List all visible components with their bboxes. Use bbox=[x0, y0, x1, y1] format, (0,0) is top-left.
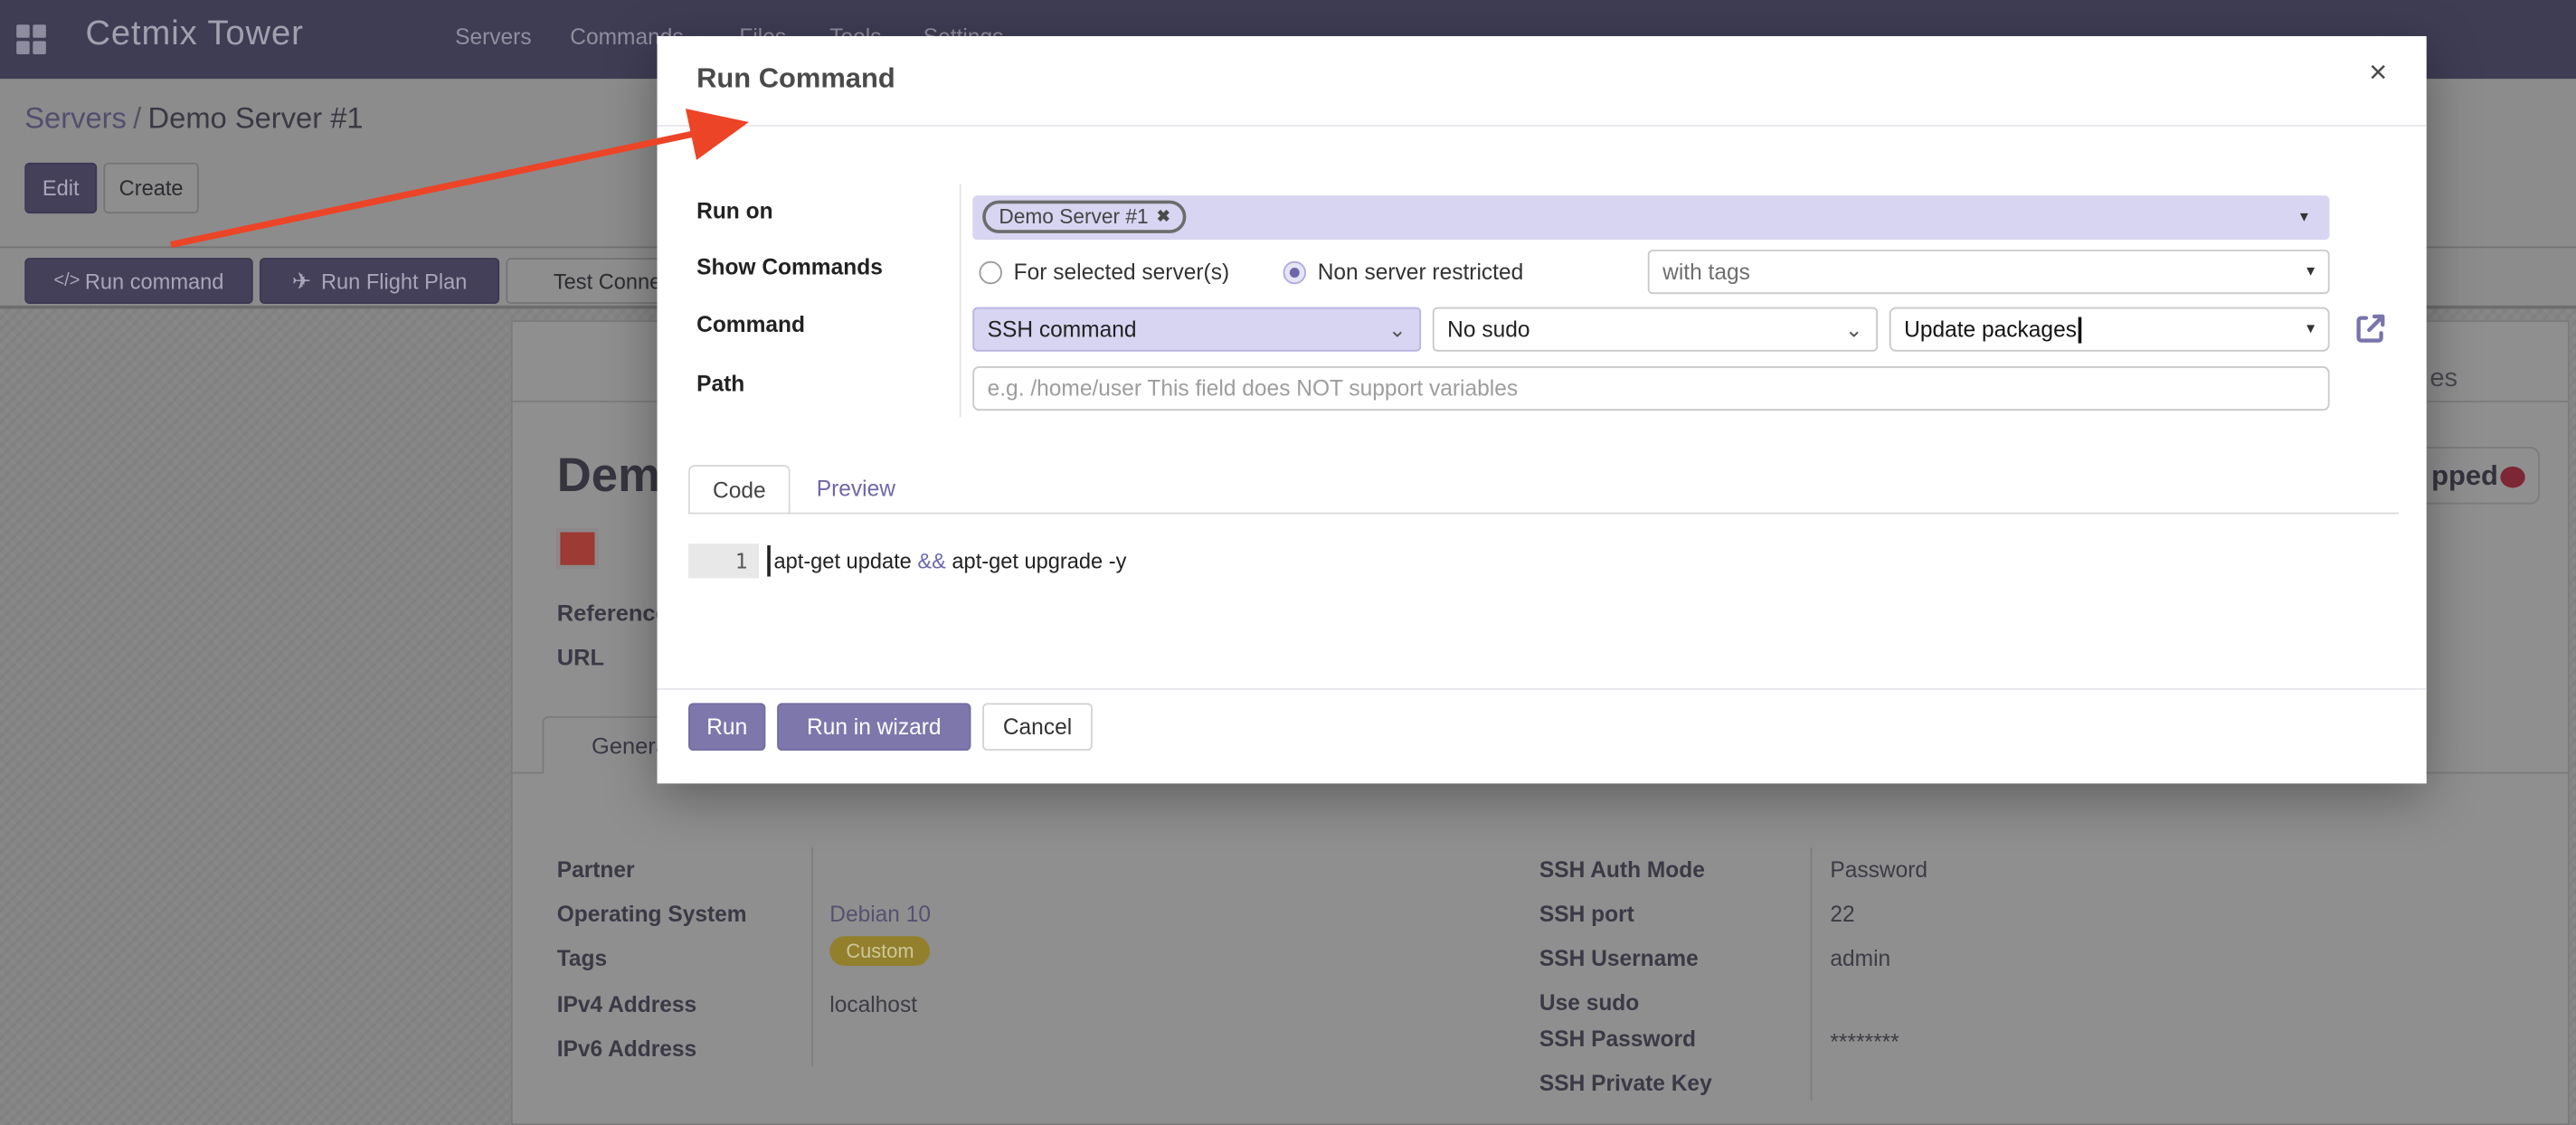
command-type-select[interactable]: SSH command ⌄ bbox=[972, 307, 1421, 352]
breadcrumb-parent-link[interactable]: Servers bbox=[24, 102, 127, 135]
field-label-ssh-username: SSH Username bbox=[1539, 946, 1699, 970]
field-value-ssh-password: ******** bbox=[1830, 1030, 1899, 1054]
modal-title: Run Command bbox=[696, 62, 895, 95]
server-tag-label: Demo Server #1 bbox=[999, 205, 1148, 228]
apps-grid-icon[interactable] bbox=[16, 24, 46, 54]
field-label-ssh-auth: SSH Auth Mode bbox=[1539, 857, 1705, 882]
create-button[interactable]: Create bbox=[103, 163, 198, 213]
sudo-select[interactable]: No sudo ⌄ bbox=[1433, 307, 1878, 352]
path-input[interactable]: e.g. /home/user This field does NOT supp… bbox=[972, 366, 2329, 411]
field-label-ssh-port: SSH port bbox=[1539, 902, 1634, 926]
field-label-ipv6: IPv6 Address bbox=[557, 1036, 696, 1061]
tab-code[interactable]: Code bbox=[688, 465, 791, 514]
screen: Cetmix Tower Servers Commands Files Tool… bbox=[0, 0, 2576, 1125]
chevron-down-icon: ⌄ bbox=[1388, 317, 1406, 343]
run-in-wizard-button[interactable]: Run in wizard bbox=[777, 703, 971, 751]
breadcrumb-separator: / bbox=[127, 102, 148, 135]
command-name-value: Update packages bbox=[1904, 317, 2077, 342]
radio-selected-servers[interactable] bbox=[980, 261, 1002, 284]
label-field-separator bbox=[960, 184, 961, 417]
external-link-icon[interactable] bbox=[2353, 310, 2389, 346]
path-label: Path bbox=[696, 371, 744, 395]
modal-footer-divider bbox=[658, 688, 2427, 690]
url-label: URL bbox=[557, 644, 604, 670]
field-label-use-sudo: Use sudo bbox=[1539, 990, 1639, 1015]
nav-item-servers[interactable]: Servers bbox=[455, 24, 531, 49]
color-swatch[interactable] bbox=[557, 529, 598, 569]
run-command-button[interactable]: </> Run command bbox=[24, 258, 252, 304]
radio-non-restricted-label[interactable]: Non server restricted bbox=[1318, 260, 1524, 284]
right-grid-separator bbox=[1811, 847, 1813, 1101]
run-on-label: Run on bbox=[696, 199, 772, 223]
command-name-input[interactable]: Update packages ▾ bbox=[1889, 307, 2330, 352]
radio-non-restricted[interactable] bbox=[1283, 261, 1306, 284]
server-tag-pill[interactable]: Demo Server #1 ✖ bbox=[982, 201, 1187, 233]
dropdown-caret-icon[interactable]: ▾ bbox=[2300, 209, 2308, 227]
run-button[interactable]: Run bbox=[688, 703, 765, 751]
editor-cursor bbox=[767, 545, 770, 577]
edit-button[interactable]: Edit bbox=[24, 163, 97, 213]
run-flight-plan-button[interactable]: ✈ Run Flight Plan bbox=[260, 258, 499, 304]
code-editor-line[interactable]: apt-get update && apt-get upgrade -y bbox=[773, 549, 1126, 575]
breadcrumb: Servers/Demo Server #1 bbox=[24, 102, 363, 137]
text-cursor bbox=[2079, 317, 2081, 343]
show-commands-label: Show Commands bbox=[696, 255, 883, 279]
dropdown-caret-icon: ▾ bbox=[2306, 320, 2315, 338]
close-icon[interactable]: × bbox=[2369, 56, 2387, 92]
field-value-ssh-auth: Password bbox=[1830, 857, 1927, 882]
field-label-tags: Tags bbox=[557, 946, 607, 970]
code-icon: </> bbox=[54, 271, 80, 291]
left-grid-separator bbox=[811, 847, 813, 1066]
status-badge-label: pped bbox=[2431, 460, 2498, 493]
field-value-ssh-port: 22 bbox=[1830, 902, 1854, 926]
dropdown-caret-icon: ▾ bbox=[2306, 263, 2315, 281]
code-operator: && bbox=[917, 549, 946, 573]
tab-preview[interactable]: Preview bbox=[817, 477, 895, 501]
code-line-number: 1 bbox=[688, 544, 759, 578]
field-label-os: Operating System bbox=[557, 902, 747, 926]
remove-tag-icon[interactable]: ✖ bbox=[1157, 208, 1170, 226]
breadcrumb-current: Demo Server #1 bbox=[148, 102, 364, 135]
reference-label: Reference bbox=[557, 600, 668, 626]
field-label-ssh-password: SSH Password bbox=[1539, 1026, 1696, 1051]
app-brand[interactable]: Cetmix Tower bbox=[85, 14, 303, 54]
cancel-button[interactable]: Cancel bbox=[982, 703, 1093, 751]
field-label-partner: Partner bbox=[557, 857, 635, 882]
field-label-ssh-private-key: SSH Private Key bbox=[1539, 1071, 1712, 1095]
tags-filter-value: with tags bbox=[1662, 260, 1750, 284]
status-dot-icon bbox=[2500, 467, 2524, 488]
tag-custom[interactable]: Custom bbox=[829, 936, 930, 966]
field-label-ipv4: IPv4 Address bbox=[557, 992, 696, 1016]
field-value-os[interactable]: Debian 10 bbox=[829, 902, 931, 926]
tabs-underline bbox=[688, 513, 2399, 515]
path-placeholder: e.g. /home/user This field does NOT supp… bbox=[988, 376, 1519, 401]
sudo-value: No sudo bbox=[1447, 317, 1530, 342]
tags-filter-select[interactable]: with tags ▾ bbox=[1648, 250, 2330, 294]
modal-header-divider bbox=[658, 125, 2427, 127]
chevron-down-icon: ⌄ bbox=[1845, 317, 1863, 343]
field-value-ipv4: localhost bbox=[829, 992, 917, 1016]
plane-icon: ✈ bbox=[292, 267, 311, 295]
field-value-ssh-username: admin bbox=[1830, 946, 1890, 970]
radio-selected-servers-label[interactable]: For selected server(s) bbox=[1014, 260, 1229, 284]
command-label: Command bbox=[696, 312, 805, 336]
stat-button-partial-text[interactable]: es bbox=[2429, 364, 2458, 394]
command-type-value: SSH command bbox=[988, 317, 1137, 342]
